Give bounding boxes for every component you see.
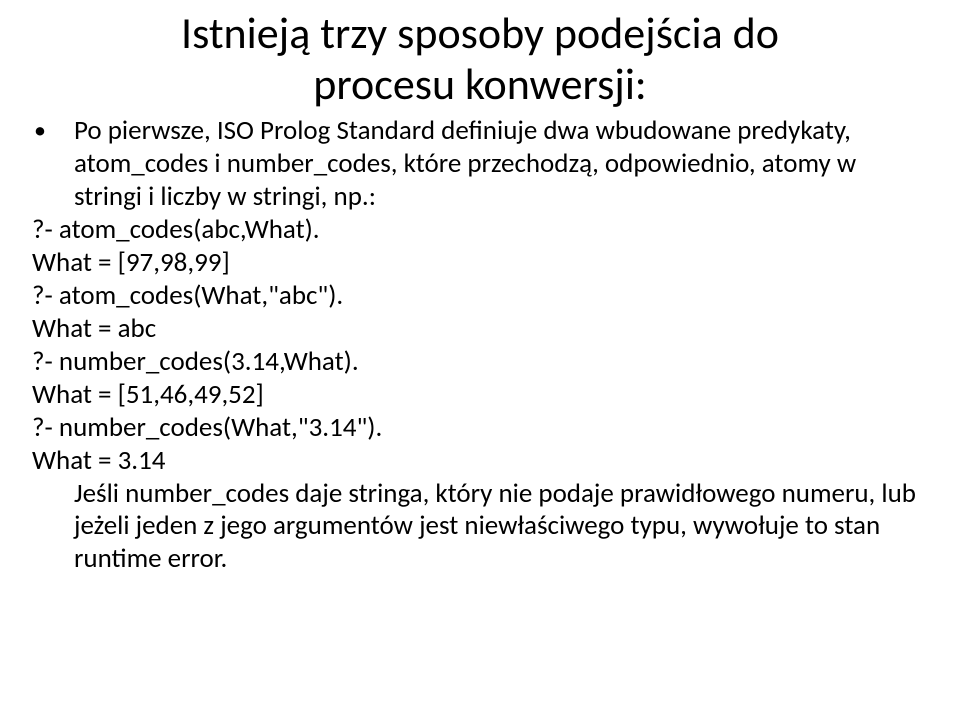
code-line-8: What = 3.14 (30, 445, 930, 478)
title-line-2: procesu konwersji: (313, 57, 646, 111)
bullet-text-2: Jeśli number_codes daje stringa, który n… (74, 478, 930, 577)
bullet-item-1: • Po pierwsze, ISO Prolog Standard defin… (30, 115, 930, 214)
code-line-1: ?- atom_codes(abc,What). (30, 214, 930, 247)
code-line-6: What = [51,46,49,52] (30, 379, 930, 412)
code-line-4: What = abc (30, 313, 930, 346)
bullet-text-1: Po pierwsze, ISO Prolog Standard definiu… (74, 115, 930, 214)
code-line-2: What = [97,98,99] (30, 247, 930, 280)
slide-title: Istnieją trzy sposoby podejścia do proce… (30, 8, 930, 109)
code-line-7: ?- number_codes(What,"3.14"). (30, 412, 930, 445)
code-line-5: ?- number_codes(3.14,What). (30, 346, 930, 379)
code-line-3: ?- atom_codes(What,"abc"). (30, 280, 930, 313)
bullet-item-2: Jeśli number_codes daje stringa, który n… (30, 478, 930, 577)
slide: Istnieją trzy sposoby podejścia do proce… (0, 0, 960, 705)
title-line-1: Istnieją trzy sposoby podejścia do (181, 6, 779, 60)
slide-body: • Po pierwsze, ISO Prolog Standard defin… (30, 115, 930, 576)
bullet-marker: • (30, 115, 74, 147)
